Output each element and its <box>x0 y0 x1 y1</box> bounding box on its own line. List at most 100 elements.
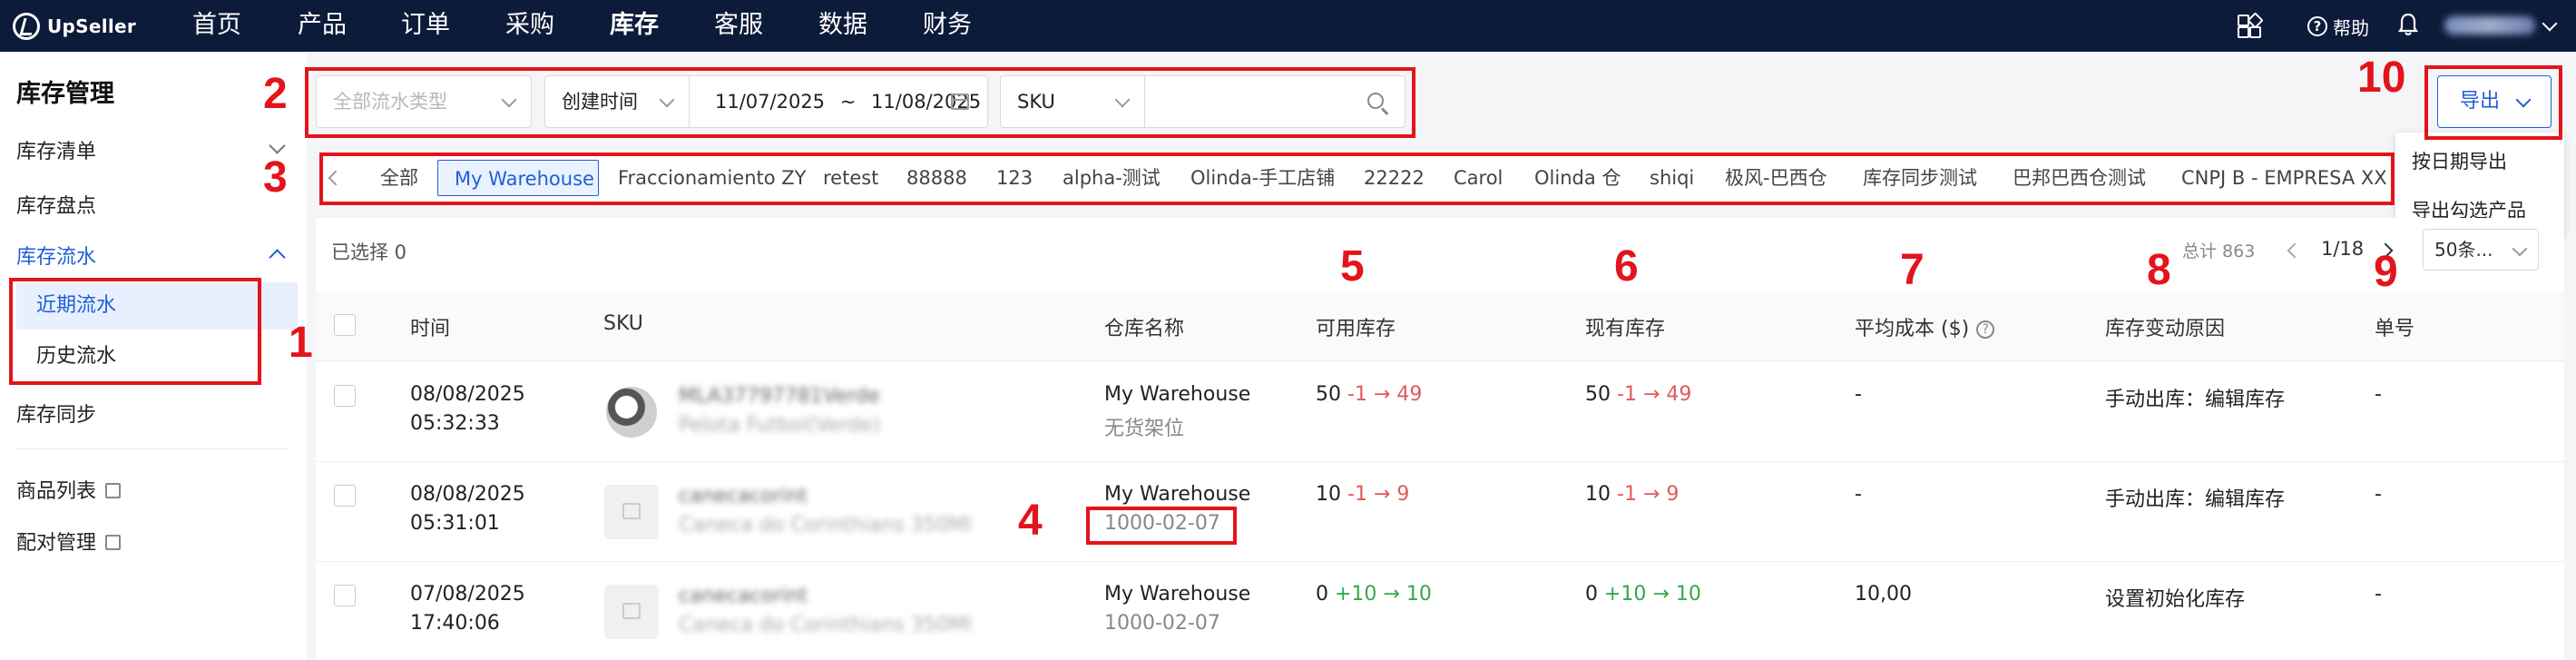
sidebar-item-pairing[interactable]: 配对管理 <box>16 527 122 556</box>
nav-customer-service[interactable]: 客服 <box>714 7 763 44</box>
annotation-box-10 <box>2424 65 2562 140</box>
annotation-box-4 <box>1086 507 1237 545</box>
on-hand-base: 0 <box>1585 583 1598 606</box>
row-order-no: - <box>2375 583 2382 606</box>
row-reason: 手动出库：编辑库存 <box>2105 389 2286 411</box>
row-location: 1000-02-07 <box>1104 612 1220 635</box>
upseller-logo-icon <box>13 13 40 40</box>
nav-orders[interactable]: 订单 <box>401 7 450 44</box>
annotation-6: 6 <box>1614 242 1639 291</box>
row-checkbox[interactable] <box>334 385 356 407</box>
row-sku[interactable]: MLA37797781Verde <box>679 385 880 408</box>
row-warehouse: My Warehouse <box>1104 583 1251 606</box>
row-warehouse: My Warehouse <box>1104 383 1251 406</box>
external-link-icon <box>105 483 122 498</box>
product-thumbnail[interactable] <box>606 387 657 438</box>
sidebar-divider <box>16 448 289 449</box>
sidebar-item-product-list[interactable]: 商品列表 <box>16 475 122 504</box>
col-reason: 库存变动原因 <box>2105 318 2226 340</box>
annotation-7: 7 <box>1900 246 1925 294</box>
pairing-label: 配对管理 <box>16 532 97 555</box>
chevron-down-icon[interactable] <box>269 137 286 154</box>
row-on-hand: 0 +10 → 10 <box>1585 583 1701 606</box>
col-warehouse: 仓库名称 <box>1104 318 1185 340</box>
apps-grid-icon[interactable] <box>2238 12 2264 38</box>
col-available: 可用库存 <box>1316 318 1396 340</box>
row-location: 无货架位 <box>1104 418 1185 440</box>
row-date: 08/08/2025 <box>410 483 525 506</box>
annotation-box-1 <box>9 278 261 385</box>
product-thumbnail[interactable] <box>604 485 659 539</box>
user-menu-chevron-icon[interactable] <box>2542 15 2558 32</box>
row-divider <box>316 561 2564 562</box>
page-size-label: 50条... <box>2434 239 2493 261</box>
row-cost: 10,00 <box>1855 583 1912 606</box>
annotation-4: 4 <box>1018 497 1043 545</box>
nav-inventory[interactable]: 库存 <box>610 7 659 44</box>
available-base: 10 <box>1316 483 1341 506</box>
row-sku-name: Pelota Futbol(Verde) <box>679 414 881 437</box>
external-link-icon <box>105 535 122 550</box>
row-available: 50 -1 → 49 <box>1316 383 1422 406</box>
available-base: 0 <box>1316 583 1328 606</box>
user-avatar[interactable]: lishen <box>2444 16 2535 34</box>
on-hand-change: -1 → 9 <box>1617 483 1680 506</box>
nav-purchase[interactable]: 采购 <box>505 7 554 44</box>
nav-finance[interactable]: 财务 <box>923 7 972 44</box>
col-on-hand: 现有库存 <box>1585 318 1666 340</box>
col-sku: SKU <box>603 312 643 335</box>
nav-products[interactable]: 产品 <box>298 7 347 44</box>
annotation-2: 2 <box>263 70 288 118</box>
page-size-select[interactable]: 50条... <box>2423 229 2539 271</box>
top-nav: UpSeller 首页 产品 订单 采购 库存 客服 数据 财务 ? 帮助 li… <box>0 0 2576 52</box>
row-cost: - <box>1855 483 1862 506</box>
sidebar-item-inventory-list[interactable]: 库存清单 <box>16 135 96 164</box>
sidebar-item-stocktake[interactable]: 库存盘点 <box>16 190 96 219</box>
annotation-9: 9 <box>2374 248 2398 296</box>
select-all-checkbox[interactable] <box>334 314 356 336</box>
sidebar-title: 库存管理 <box>16 80 114 108</box>
annotation-1: 1 <box>289 319 313 367</box>
avg-cost-label: 平均成本 ($) <box>1855 318 1970 340</box>
nav-home[interactable]: 首页 <box>192 7 241 44</box>
export-by-date-item[interactable]: 按日期导出 <box>2412 147 2507 174</box>
product-list-label: 商品列表 <box>16 480 97 503</box>
product-thumbnail[interactable] <box>604 585 659 639</box>
row-time: 17:40:06 <box>410 612 500 635</box>
annotation-box-3 <box>319 153 2395 205</box>
help-link[interactable]: ? 帮助 <box>2307 11 2369 42</box>
on-hand-change: -1 → 49 <box>1617 383 1692 406</box>
bell-icon[interactable] <box>2397 12 2419 37</box>
row-sku[interactable]: canecacorint <box>679 485 808 507</box>
row-sku[interactable]: canecacorint <box>679 585 808 607</box>
annotation-5: 5 <box>1340 242 1365 291</box>
row-reason: 手动出库：编辑库存 <box>2105 488 2286 511</box>
row-date: 08/08/2025 <box>410 383 525 406</box>
row-order-no: - <box>2375 483 2382 506</box>
row-sku-name: Caneca do Corinthians 350Ml <box>679 614 972 636</box>
annotation-8: 8 <box>2147 246 2171 294</box>
row-checkbox[interactable] <box>334 485 356 507</box>
on-hand-base: 50 <box>1585 383 1611 406</box>
col-avg-cost: 平均成本 ($)? <box>1855 312 1995 341</box>
logo[interactable]: UpSeller <box>13 11 136 42</box>
row-order-no: - <box>2375 383 2382 406</box>
row-sku-name: Caneca do Corinthians 350Ml <box>679 514 972 537</box>
row-available: 10 -1 → 9 <box>1316 483 1409 506</box>
col-time: 时间 <box>410 318 451 340</box>
row-available: 0 +10 → 10 <box>1316 583 1432 606</box>
sidebar-item-inventory-sync[interactable]: 库存同步 <box>16 399 96 428</box>
nav-data[interactable]: 数据 <box>818 7 867 44</box>
help-icon: ? <box>2307 16 2327 36</box>
row-warehouse: My Warehouse <box>1104 483 1251 506</box>
col-order-no: 单号 <box>2375 318 2415 340</box>
available-base: 50 <box>1316 383 1341 406</box>
sidebar-item-inventory-flow[interactable]: 库存流水 <box>16 241 96 270</box>
on-hand-base: 10 <box>1585 483 1611 506</box>
help-icon[interactable]: ? <box>1976 320 1995 339</box>
annotation-3: 3 <box>263 153 288 202</box>
annotation-10: 10 <box>2357 54 2406 102</box>
chevron-up-icon[interactable] <box>269 249 286 266</box>
row-checkbox[interactable] <box>334 585 356 606</box>
row-on-hand: 10 -1 → 9 <box>1585 483 1679 506</box>
